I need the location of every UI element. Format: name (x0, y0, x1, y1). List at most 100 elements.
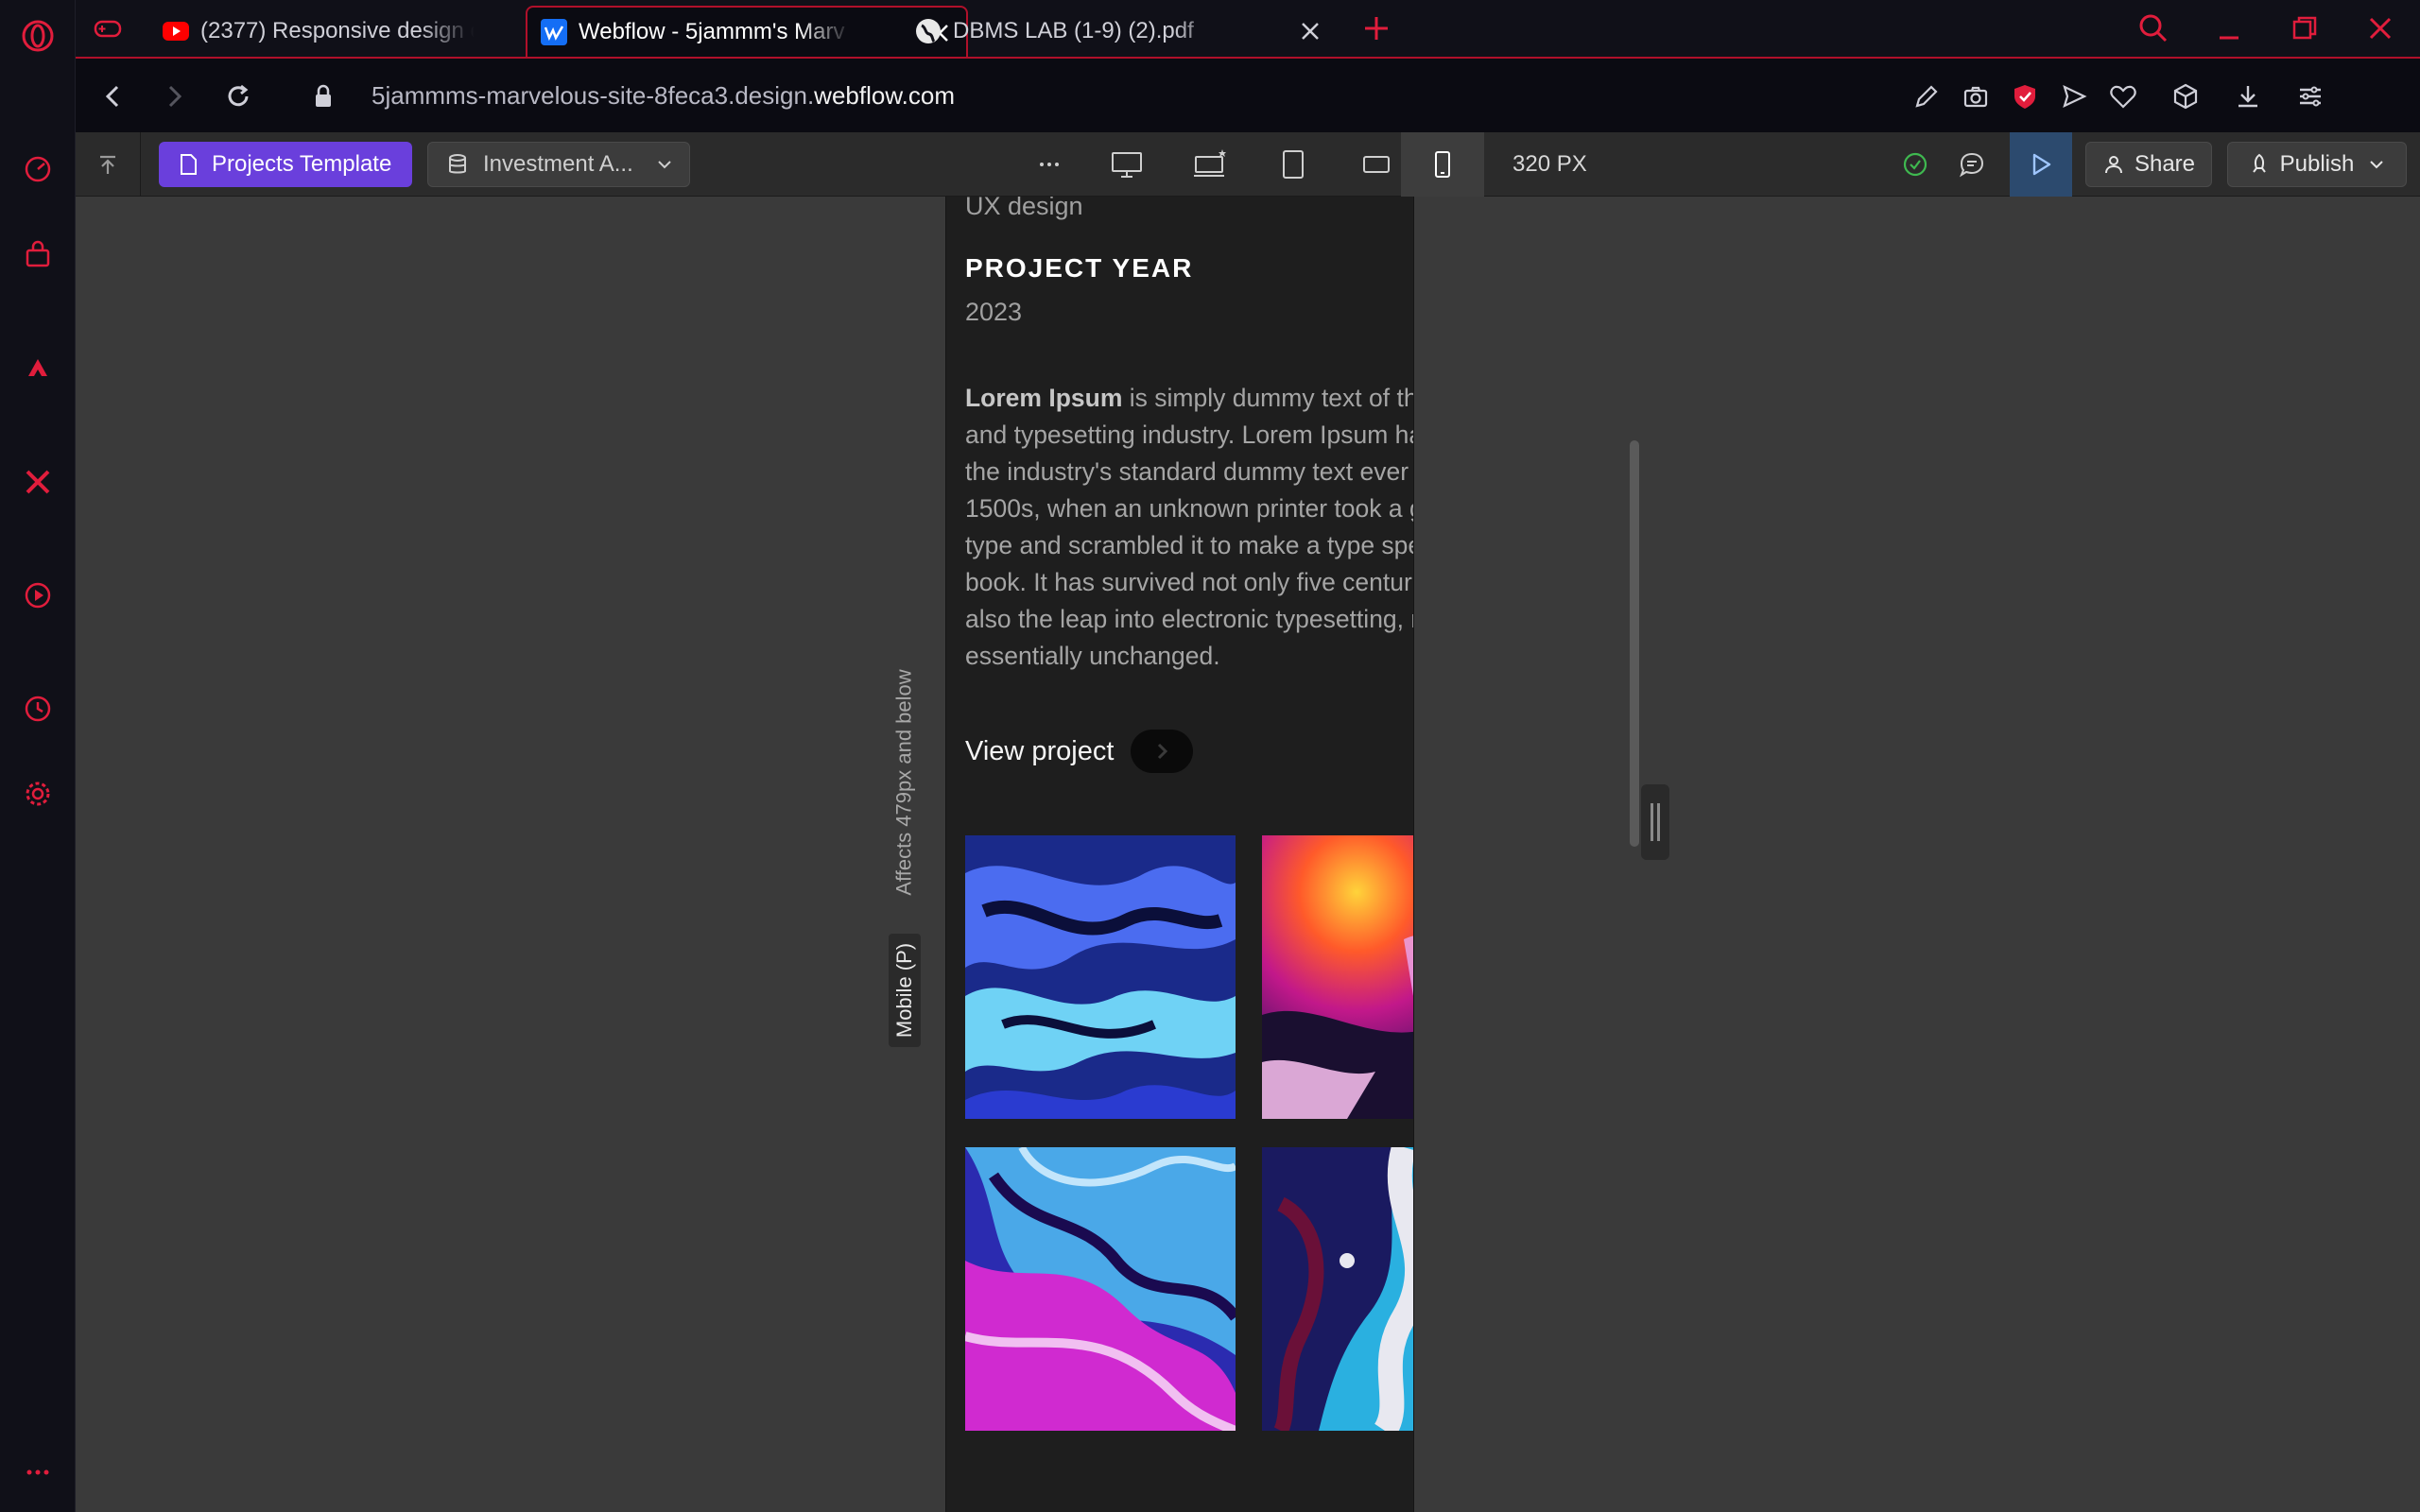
youtube-icon (163, 22, 189, 41)
collection-item-selector[interactable]: Investment A... (427, 142, 690, 187)
breakpoint-mobile-portrait-button[interactable] (1401, 132, 1484, 197)
frame-scrollbar[interactable] (1630, 440, 1639, 847)
breakpoint-name-text: Mobile (P) (892, 942, 916, 1039)
user-icon (2104, 156, 2122, 174)
more-horizontal-icon (1040, 163, 1059, 166)
forward-button[interactable] (153, 76, 195, 117)
x-twitter-icon[interactable] (19, 463, 57, 501)
publish-button[interactable]: Publish (2227, 142, 2407, 187)
play-icon (2032, 153, 2051, 176)
url-path: 5jammms-marvelous-site-8feca3.design. (372, 81, 815, 110)
reload-button[interactable] (217, 76, 259, 117)
tablet-icon (1283, 150, 1304, 179)
breakpoint-desktop-button[interactable] (1089, 132, 1165, 197)
gallery-image-pink-swirl[interactable] (965, 1147, 1236, 1431)
gallery-image-blue-marble[interactable] (965, 835, 1236, 1119)
preview-button[interactable] (2010, 132, 2072, 197)
project-gallery (965, 835, 1413, 1431)
globe-icon (916, 19, 941, 43)
breakpoint-name-tag[interactable]: Mobile (P) (889, 934, 921, 1047)
project-year-heading[interactable]: PROJECT YEAR (965, 249, 1396, 287)
new-tab-plus-icon[interactable] (1359, 11, 1393, 45)
view-project-link[interactable]: View project (965, 730, 1396, 773)
tab-title: (2377) Responsive design o (200, 18, 475, 43)
chevron-down-icon (2370, 161, 2384, 169)
aria-icon[interactable] (19, 350, 57, 387)
toolbar-divider (140, 132, 141, 197)
desktop-star-icon (1194, 149, 1226, 177)
opera-logo-icon[interactable] (19, 17, 57, 55)
player-icon[interactable] (19, 576, 57, 614)
minimize-icon[interactable] (2210, 9, 2248, 47)
forward-arrow-icon (168, 85, 182, 108)
easy-setup-menu-icon[interactable] (2291, 77, 2329, 115)
address-bar: 5jammms-marvelous-site-8feca3.design.web… (76, 57, 2420, 132)
desktop-icon (1112, 152, 1142, 178)
page-content: UX design PROJECT YEAR 2023 Lorem Ipsum … (946, 197, 1413, 1431)
url-field[interactable]: 5jammms-marvelous-site-8feca3.design.web… (372, 81, 955, 111)
arrow-button[interactable] (1131, 730, 1194, 773)
shopping-bag-icon[interactable] (19, 236, 57, 274)
gamepad-icon[interactable] (91, 11, 125, 45)
share-label: Share (2134, 151, 2196, 177)
project-category-value[interactable]: UX design (965, 197, 1396, 225)
breakpoint-affects-note: Affects 479px and below (889, 650, 921, 915)
close-window-icon[interactable] (2361, 9, 2399, 47)
download-icon[interactable] (2229, 77, 2267, 115)
gallery-image-cyan-fluid[interactable] (1262, 1147, 1414, 1431)
more-breakpoints-button[interactable] (1021, 132, 1078, 197)
breakpoint-affects-text: Affects 479px and below (892, 669, 917, 896)
reload-icon (228, 84, 249, 107)
breakpoint-tablet-button[interactable] (1255, 132, 1331, 197)
more-dots-icon[interactable] (19, 1453, 57, 1491)
description-text: is simply dummy text of the printing and… (965, 384, 1413, 670)
mobile-portrait-icon (1435, 151, 1450, 178)
back-button[interactable] (93, 76, 134, 117)
canvas-resize-handle[interactable] (1641, 784, 1669, 860)
chevron-right-icon (1158, 743, 1168, 760)
close-icon[interactable] (1297, 18, 1323, 44)
rocket-icon (2252, 153, 2266, 173)
browser-sidebar (0, 0, 76, 1512)
search-icon[interactable] (2135, 9, 2172, 47)
heart-bookmark-icon[interactable] (2104, 77, 2142, 115)
back-arrow-icon (105, 85, 119, 108)
adblock-shield-icon[interactable] (2006, 77, 2044, 115)
page-preview-frame[interactable]: UX design PROJECT YEAR 2023 Lorem Ipsum … (945, 197, 1414, 1512)
page-selector-button[interactable]: Projects Template (159, 142, 412, 187)
view-project-label: View project (965, 735, 1115, 766)
canvas-width-readout[interactable]: 320 PX (1512, 151, 1587, 178)
collection-item-label: Investment A... (483, 151, 633, 177)
extensions-cube-icon[interactable] (2167, 77, 2204, 115)
designer-canvas[interactable]: Affects 479px and below Mobile (P) UX de… (76, 197, 2420, 1512)
restore-window-icon[interactable] (2286, 9, 2324, 47)
share-button[interactable]: Share (2085, 142, 2212, 187)
chevron-down-icon (658, 161, 671, 169)
page-icon (181, 154, 197, 175)
database-icon (449, 154, 466, 174)
tab-title: Webflow - 5jammm's Marv (579, 19, 845, 44)
page-selector-label: Projects Template (212, 151, 392, 177)
history-clock-icon[interactable] (19, 690, 57, 728)
publish-label: Publish (2279, 151, 2355, 177)
project-description[interactable]: Lorem Ipsum is simply dummy text of the … (965, 380, 1413, 675)
url-domain: webflow.com (814, 81, 956, 110)
speedometer-icon[interactable] (19, 149, 57, 187)
tab-youtube[interactable]: (2377) Responsive design o (149, 6, 584, 57)
edit-page-icon[interactable] (1908, 77, 1945, 115)
project-year-value[interactable]: 2023 (965, 293, 1396, 331)
breakpoint-base-button[interactable] (1172, 132, 1248, 197)
published-check-icon[interactable] (1896, 146, 1934, 183)
exit-to-top-icon[interactable] (91, 147, 125, 181)
breakpoint-indicator: Affects 479px and below Mobile (P) (889, 452, 921, 1047)
lock-icon[interactable] (302, 76, 344, 117)
camera-snapshot-icon[interactable] (1957, 77, 1995, 115)
tab-pdf[interactable]: DBMS LAB (1-9) (2).pdf (902, 6, 1337, 57)
mobile-landscape-icon (1363, 156, 1390, 173)
tab-strip: (2377) Responsive design o Webflow - 5ja… (76, 0, 2420, 57)
comments-icon[interactable] (1953, 146, 1991, 183)
send-icon[interactable] (2055, 77, 2093, 115)
settings-gear-icon[interactable] (19, 775, 57, 813)
tab-title: DBMS LAB (1-9) (2).pdf (953, 18, 1194, 43)
gallery-image-fire-cloud[interactable] (1262, 835, 1414, 1119)
